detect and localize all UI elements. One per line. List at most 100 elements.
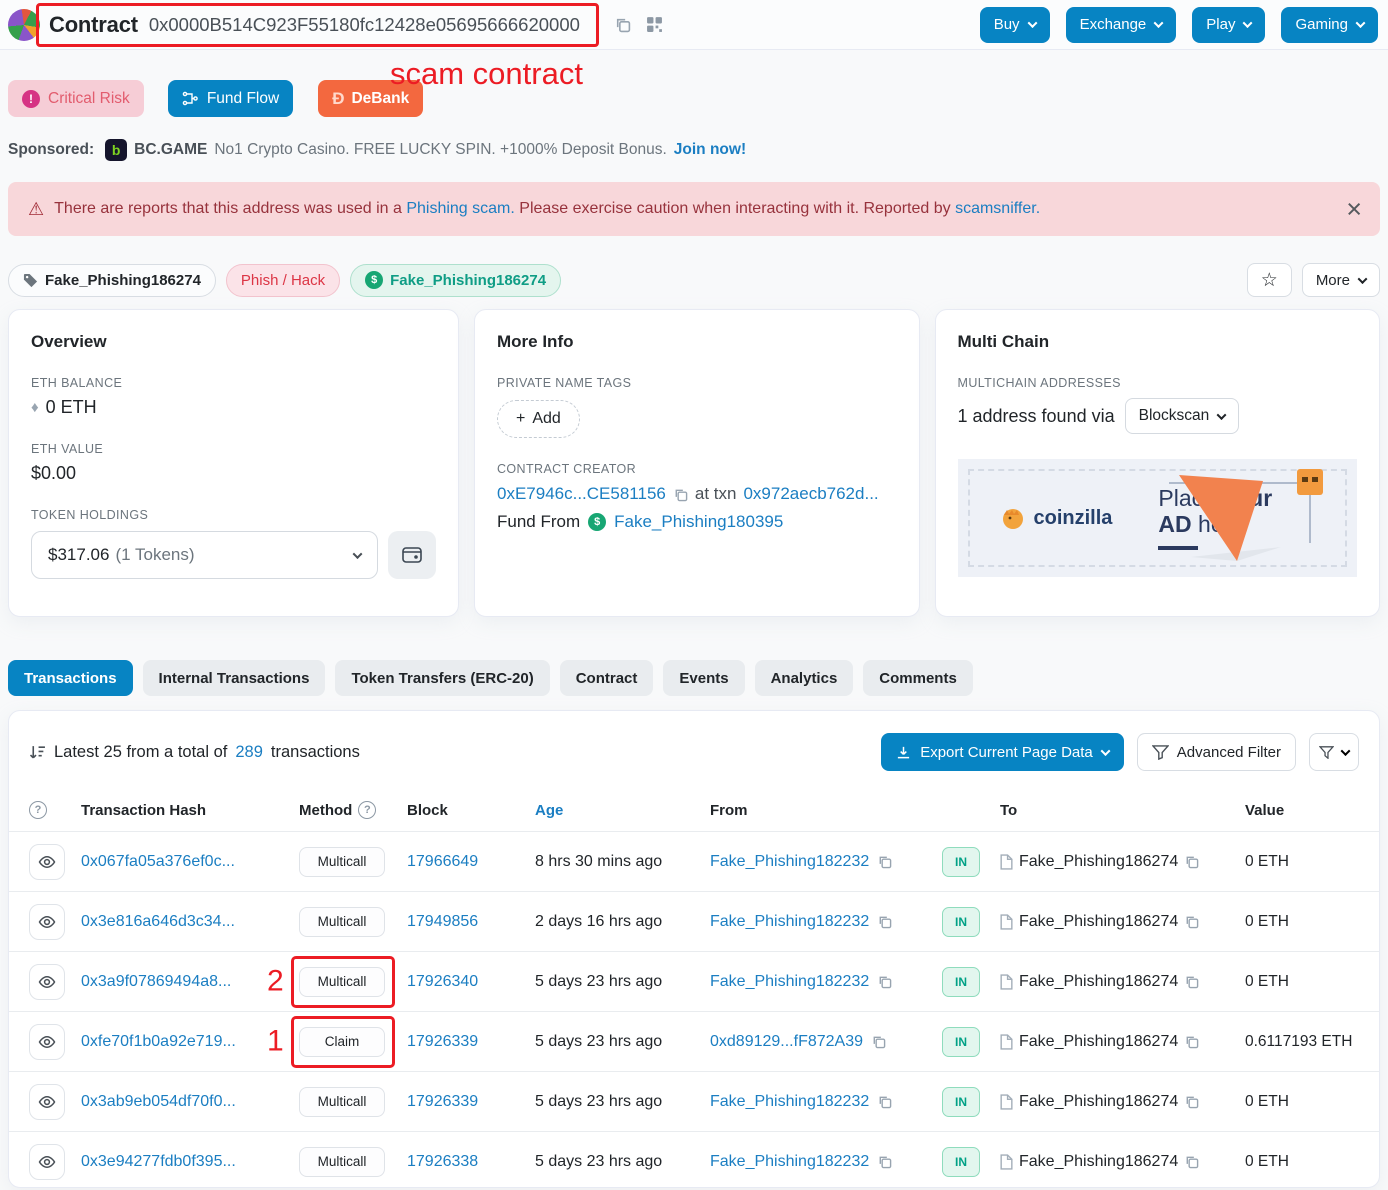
creation-txn-link[interactable]: 0x972aecb762d... <box>743 484 878 504</box>
table-row: 0x067fa05a376ef0c... Multicall 17966649 … <box>9 831 1379 891</box>
block-link[interactable]: 17926339 <box>407 1033 478 1050</box>
add-private-tag-button[interactable]: + Add <box>497 400 580 438</box>
fund-flow-button[interactable]: Fund Flow <box>168 80 293 117</box>
document-icon <box>1000 914 1013 930</box>
alarm-icon: ! <box>22 90 40 108</box>
to-address-link[interactable]: Fake_Phishing186274 <box>1019 913 1178 931</box>
from-address-link[interactable]: Fake_Phishing182232 <box>710 913 869 931</box>
buy-label: Buy <box>994 16 1020 33</box>
token-tag-label: Fake_Phishing186274 <box>390 272 546 289</box>
copy-icon[interactable] <box>877 1094 892 1109</box>
token-reputation-tag[interactable]: $ Fake_Phishing186274 <box>350 264 561 297</box>
tx-preview-button[interactable] <box>29 1144 65 1180</box>
close-icon[interactable]: × <box>1346 196 1362 223</box>
tx-preview-button[interactable] <box>29 964 65 1000</box>
from-address-link[interactable]: Fake_Phishing182232 <box>710 1093 869 1111</box>
column-age-toggle[interactable]: Age <box>535 802 563 819</box>
funnel-icon <box>1319 746 1334 759</box>
exchange-label: Exchange <box>1080 16 1147 33</box>
export-button[interactable]: Export Current Page Data <box>881 733 1124 771</box>
tx-hash-link[interactable]: 0x067fa05a376ef0c... <box>81 853 235 870</box>
copy-icon[interactable] <box>673 487 688 502</box>
copy-icon[interactable] <box>871 1034 886 1049</box>
tab-events[interactable]: Events <box>663 660 744 696</box>
copy-address-icon[interactable] <box>614 16 631 33</box>
exchange-button[interactable]: Exchange <box>1066 7 1177 43</box>
advanced-filter-button[interactable]: Advanced Filter <box>1137 733 1296 771</box>
wallet-button[interactable] <box>388 531 436 579</box>
copy-icon[interactable] <box>1184 914 1199 929</box>
favorite-button[interactable]: ☆ <box>1247 263 1292 297</box>
advanced-filter-label: Advanced Filter <box>1177 744 1281 761</box>
tab-analytics[interactable]: Analytics <box>755 660 854 696</box>
tx-hash-link[interactable]: 0x3ab9eb054df70f0... <box>81 1093 236 1110</box>
from-address-link[interactable]: 0xd89129...fF872A39 <box>710 1033 863 1051</box>
phishing-scam-link[interactable]: Phishing scam. <box>406 200 515 217</box>
copy-icon[interactable] <box>1184 974 1199 989</box>
tx-preview-button[interactable] <box>29 1024 65 1060</box>
to-address-link[interactable]: Fake_Phishing186274 <box>1019 973 1178 991</box>
qr-code-icon[interactable] <box>646 16 663 33</box>
from-address-link[interactable]: Fake_Phishing182232 <box>710 973 869 991</box>
more-button[interactable]: More <box>1302 263 1380 297</box>
copy-icon[interactable] <box>1184 1154 1199 1169</box>
token-holdings-dropdown[interactable]: $317.06 (1 Tokens) <box>31 531 378 579</box>
scam-contract-annotation: scam contract <box>390 56 583 92</box>
method-badge: Multicall <box>299 847 385 877</box>
summary-count-link[interactable]: 289 <box>235 743 263 762</box>
sponsored-cta-link[interactable]: Join now! <box>674 141 746 159</box>
block-link[interactable]: 17926339 <box>407 1093 478 1110</box>
tx-preview-button[interactable] <box>29 904 65 940</box>
public-name-tag[interactable]: Fake_Phishing186274 <box>8 264 216 297</box>
tx-hash-link[interactable]: 0x3e816a646d3c34... <box>81 913 235 930</box>
age-text: 5 days 23 hrs ago <box>535 1033 662 1050</box>
age-text: 2 days 16 hrs ago <box>535 913 662 930</box>
block-link[interactable]: 17949856 <box>407 913 478 930</box>
private-name-tags-label: PRIVATE NAME TAGS <box>497 376 897 390</box>
tab-comments[interactable]: Comments <box>863 660 973 696</box>
tx-hash-link[interactable]: 0xfe70f1b0a92e719... <box>81 1033 236 1050</box>
copy-icon[interactable] <box>877 914 892 929</box>
from-address-link[interactable]: Fake_Phishing182232 <box>710 853 869 871</box>
to-address-link[interactable]: Fake_Phishing186274 <box>1019 1093 1178 1111</box>
coinzilla-ad-banner[interactable]: coinzilla Place your AD here <box>958 459 1358 577</box>
critical-risk-label: Critical Risk <box>48 90 130 108</box>
copy-icon[interactable] <box>1184 1094 1199 1109</box>
play-button[interactable]: Play <box>1192 7 1265 43</box>
sort-icon[interactable] <box>29 744 46 761</box>
block-link[interactable]: 17966649 <box>407 853 478 870</box>
to-address-link[interactable]: Fake_Phishing186274 <box>1019 1033 1178 1051</box>
phish-hack-tag[interactable]: Phish / Hack <box>226 264 340 297</box>
copy-icon[interactable] <box>877 854 892 869</box>
block-link[interactable]: 17926340 <box>407 973 478 990</box>
chevron-down-icon <box>1358 274 1368 284</box>
tab-token-transfers[interactable]: Token Transfers (ERC-20) <box>335 660 549 696</box>
copy-icon[interactable] <box>1184 1034 1199 1049</box>
add-label: Add <box>532 410 560 428</box>
tab-contract[interactable]: Contract <box>560 660 654 696</box>
to-address-link[interactable]: Fake_Phishing186274 <box>1019 1153 1178 1171</box>
to-address-link[interactable]: Fake_Phishing186274 <box>1019 853 1178 871</box>
copy-icon[interactable] <box>877 974 892 989</box>
block-link[interactable]: 17926338 <box>407 1153 478 1170</box>
fund-from-link[interactable]: Fake_Phishing180395 <box>614 512 783 532</box>
help-icon[interactable]: ? <box>29 801 47 819</box>
scamsniffer-link[interactable]: scamsniffer. <box>955 200 1040 217</box>
copy-icon[interactable] <box>1184 854 1199 869</box>
filter-dropdown-button[interactable] <box>1309 733 1359 771</box>
section-tabs: Transactions Internal Transactions Token… <box>8 660 1380 696</box>
from-address-link[interactable]: Fake_Phishing182232 <box>710 1153 869 1171</box>
creator-address-link[interactable]: 0xE7946c...CE581156 <box>497 484 666 504</box>
tab-internal-transactions[interactable]: Internal Transactions <box>143 660 326 696</box>
tx-preview-button[interactable] <box>29 1084 65 1120</box>
blockscan-dropdown[interactable]: Blockscan <box>1125 398 1240 434</box>
copy-icon[interactable] <box>877 1154 892 1169</box>
header: Contract 0x0000B514C923F55180fc12428e056… <box>0 0 1388 50</box>
gaming-button[interactable]: Gaming <box>1281 7 1378 43</box>
tab-transactions[interactable]: Transactions <box>8 660 133 696</box>
method-help-icon[interactable]: ? <box>358 801 376 819</box>
tx-hash-link[interactable]: 0x3e94277fdb0f395... <box>81 1153 236 1170</box>
tx-hash-link[interactable]: 0x3a9f07869494a8... <box>81 973 231 990</box>
tx-preview-button[interactable] <box>29 844 65 880</box>
buy-button[interactable]: Buy <box>980 7 1050 43</box>
